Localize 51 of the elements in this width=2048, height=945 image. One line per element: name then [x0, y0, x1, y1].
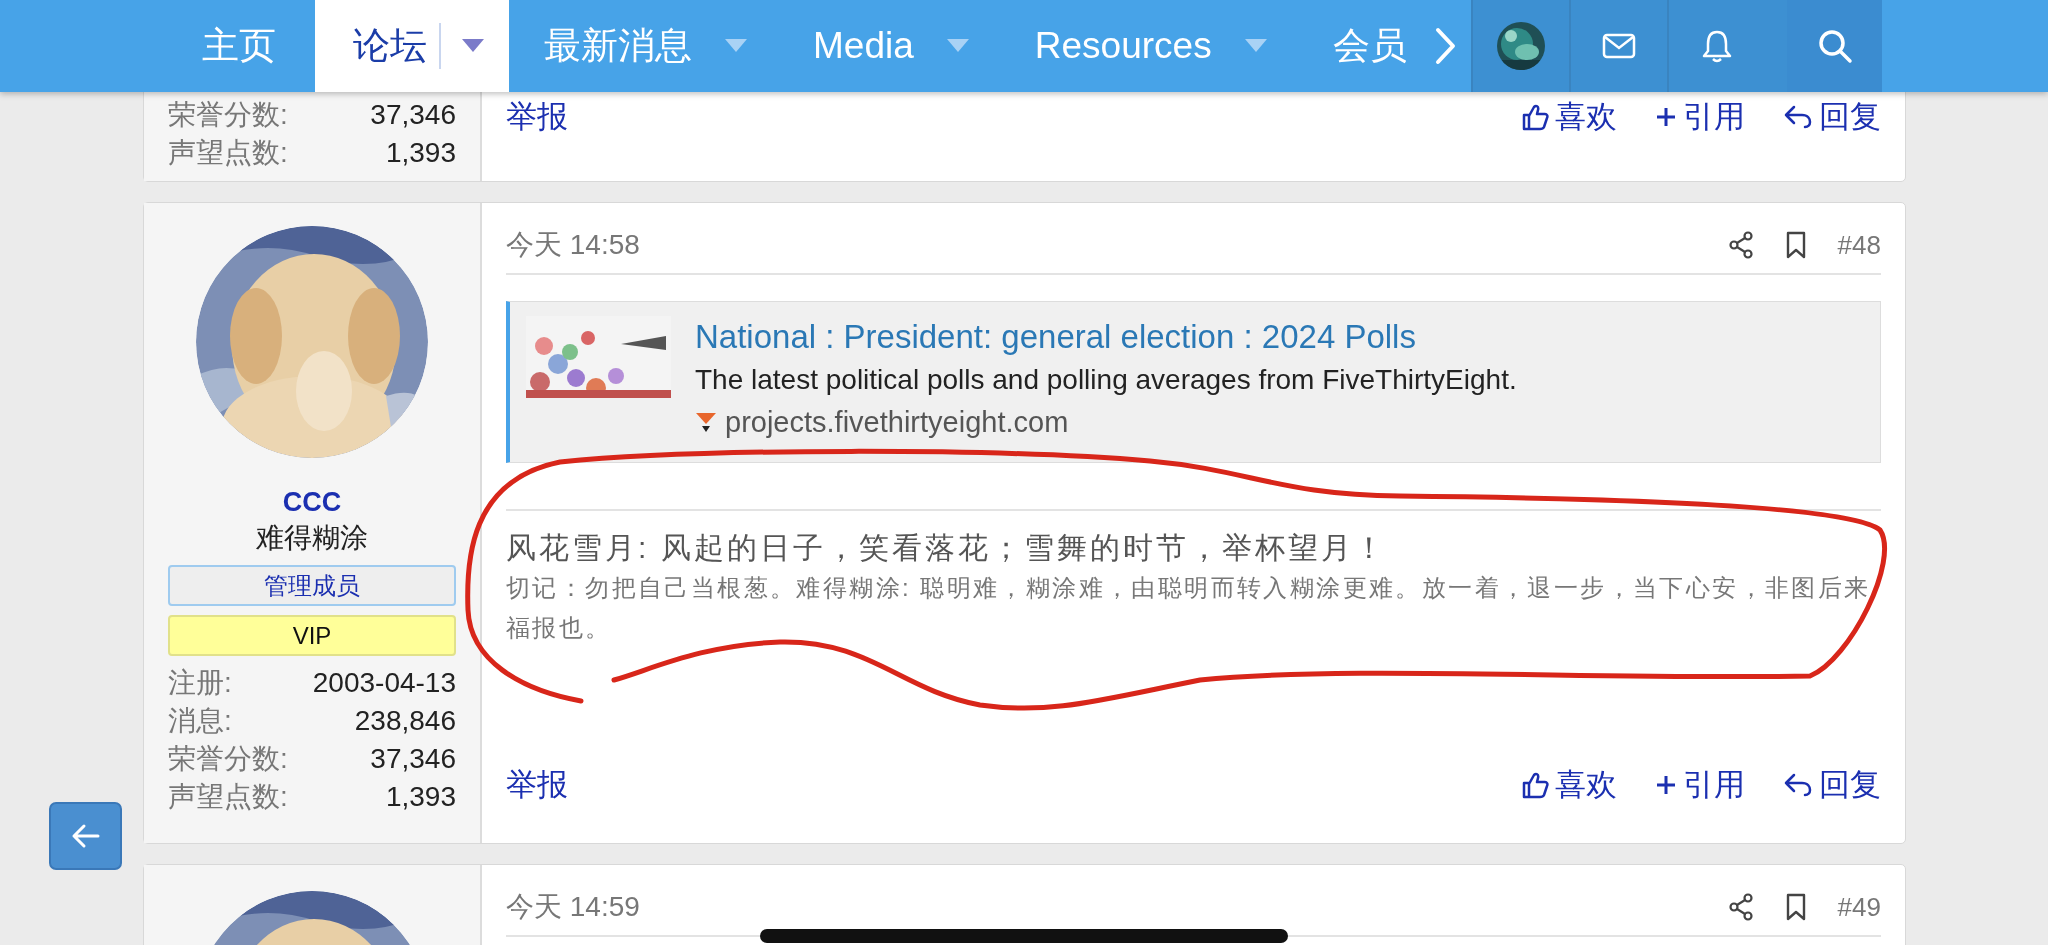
quote-button[interactable]: 引用	[1655, 96, 1745, 138]
link-description: The latest political polls and polling averages from FiveThirtyEight.	[695, 363, 1517, 397]
quote-button[interactable]: 引用	[1655, 764, 1745, 806]
user-title: 难得糊涂	[256, 521, 368, 555]
reply-arrow-icon	[1783, 104, 1813, 130]
chevron-right-icon[interactable]	[1434, 27, 1457, 65]
plus-icon	[1655, 774, 1677, 796]
reply-button[interactable]: 回复	[1783, 96, 1881, 138]
plus-icon	[1655, 106, 1677, 128]
link-domain: projects.fivethirtyeight.com	[725, 405, 1069, 440]
reply-arrow-icon	[1783, 772, 1813, 798]
bookmark-icon[interactable]	[1785, 893, 1806, 921]
username-link[interactable]: CCC	[282, 484, 342, 520]
user-badge: 管理成员	[168, 565, 456, 606]
user-badge: VIP	[168, 615, 456, 656]
stat-label: 注册:	[168, 666, 232, 700]
stat-value: 37,346	[370, 743, 456, 775]
stat-value: 1,393	[385, 137, 456, 169]
bookmark-icon[interactable]	[1785, 231, 1806, 259]
post-time: 今天 14:59	[506, 890, 640, 924]
post-number[interactable]: #48	[1837, 229, 1881, 261]
search-button[interactable]	[1787, 0, 1882, 92]
stat-label: 荣誉分数:	[168, 98, 288, 132]
report-link[interactable]: 举报	[506, 96, 568, 138]
post-time: 今天 14:58	[506, 228, 640, 262]
report-link[interactable]: 举报	[506, 764, 568, 806]
like-button[interactable]: 喜欢	[1521, 764, 1617, 806]
share-icon[interactable]	[1727, 231, 1754, 259]
back-button[interactable]	[49, 802, 122, 870]
stat-value: 238,846	[354, 705, 456, 737]
thumbs-up-icon	[1521, 103, 1549, 131]
like-button[interactable]: 喜欢	[1521, 96, 1617, 138]
stat-value: 2003-04-13	[312, 667, 456, 699]
mail-icon[interactable]	[1602, 33, 1636, 59]
stat-label: 荣誉分数:	[168, 742, 288, 776]
left-arrow-icon	[70, 823, 101, 849]
signature-headline: 风花雪月: 风起的日子，笑看落花；雪舞的时节，举杯望月！	[506, 530, 1388, 566]
stat-label: 声望点数:	[168, 136, 288, 170]
stat-value: 1,393	[385, 781, 456, 813]
link-title[interactable]: National : President: general election : 2024 Polls	[695, 316, 1517, 358]
bell-icon[interactable]	[1702, 29, 1732, 63]
thumbs-up-icon	[1521, 771, 1549, 799]
post-number[interactable]: #49	[1837, 891, 1881, 923]
stat-label: 声望点数:	[168, 780, 288, 814]
stat-label: 消息:	[168, 704, 232, 738]
stat-value: 37,346	[370, 99, 456, 131]
nav-tab[interactable]: 论坛	[315, 0, 509, 92]
reply-button[interactable]: 回复	[1783, 764, 1881, 806]
signature-text: 切记：勿把自己当根葱。难得糊涂: 聪明难，糊涂难，由聪明而转入糊涂更难。放一着，退一步，当下心安，非图后来福报也。	[506, 573, 1872, 643]
search-icon	[1816, 28, 1853, 64]
share-icon[interactable]	[1727, 893, 1754, 921]
